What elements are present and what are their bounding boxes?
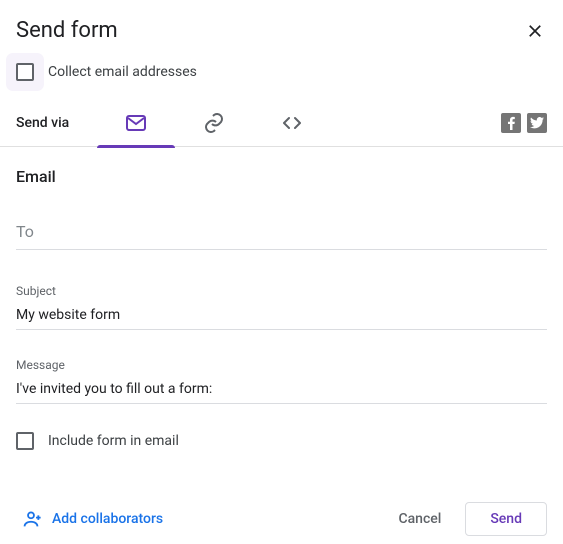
- close-button[interactable]: [523, 19, 547, 43]
- send-via-label: Send via: [16, 115, 69, 131]
- add-collaborators-label: Add collaborators: [52, 511, 163, 527]
- close-icon: [526, 22, 544, 40]
- dialog-title: Send form: [16, 18, 118, 43]
- facebook-icon: [505, 116, 517, 130]
- twitter-icon: [530, 117, 544, 129]
- share-twitter-button[interactable]: [527, 113, 547, 133]
- tab-embed[interactable]: [253, 99, 331, 147]
- tab-email[interactable]: [97, 99, 175, 147]
- share-facebook-button[interactable]: [501, 113, 521, 133]
- include-form-checkbox[interactable]: [16, 432, 34, 450]
- to-field[interactable]: [16, 218, 547, 250]
- email-section-title: Email: [16, 167, 547, 186]
- email-icon: [124, 111, 148, 135]
- cancel-button[interactable]: Cancel: [386, 503, 453, 535]
- subject-label: Subject: [16, 284, 547, 298]
- subject-field[interactable]: [16, 301, 547, 330]
- tab-link[interactable]: [175, 99, 253, 147]
- add-person-icon: [20, 508, 42, 530]
- message-field[interactable]: [16, 375, 547, 404]
- message-label: Message: [16, 358, 547, 372]
- send-button[interactable]: Send: [465, 502, 547, 536]
- add-collaborators-button[interactable]: Add collaborators: [20, 508, 163, 530]
- collect-emails-checkbox[interactable]: [16, 63, 34, 81]
- link-icon: [202, 111, 226, 135]
- embed-icon: [280, 111, 304, 135]
- include-form-label: Include form in email: [48, 433, 179, 449]
- collect-emails-label: Collect email addresses: [48, 64, 197, 80]
